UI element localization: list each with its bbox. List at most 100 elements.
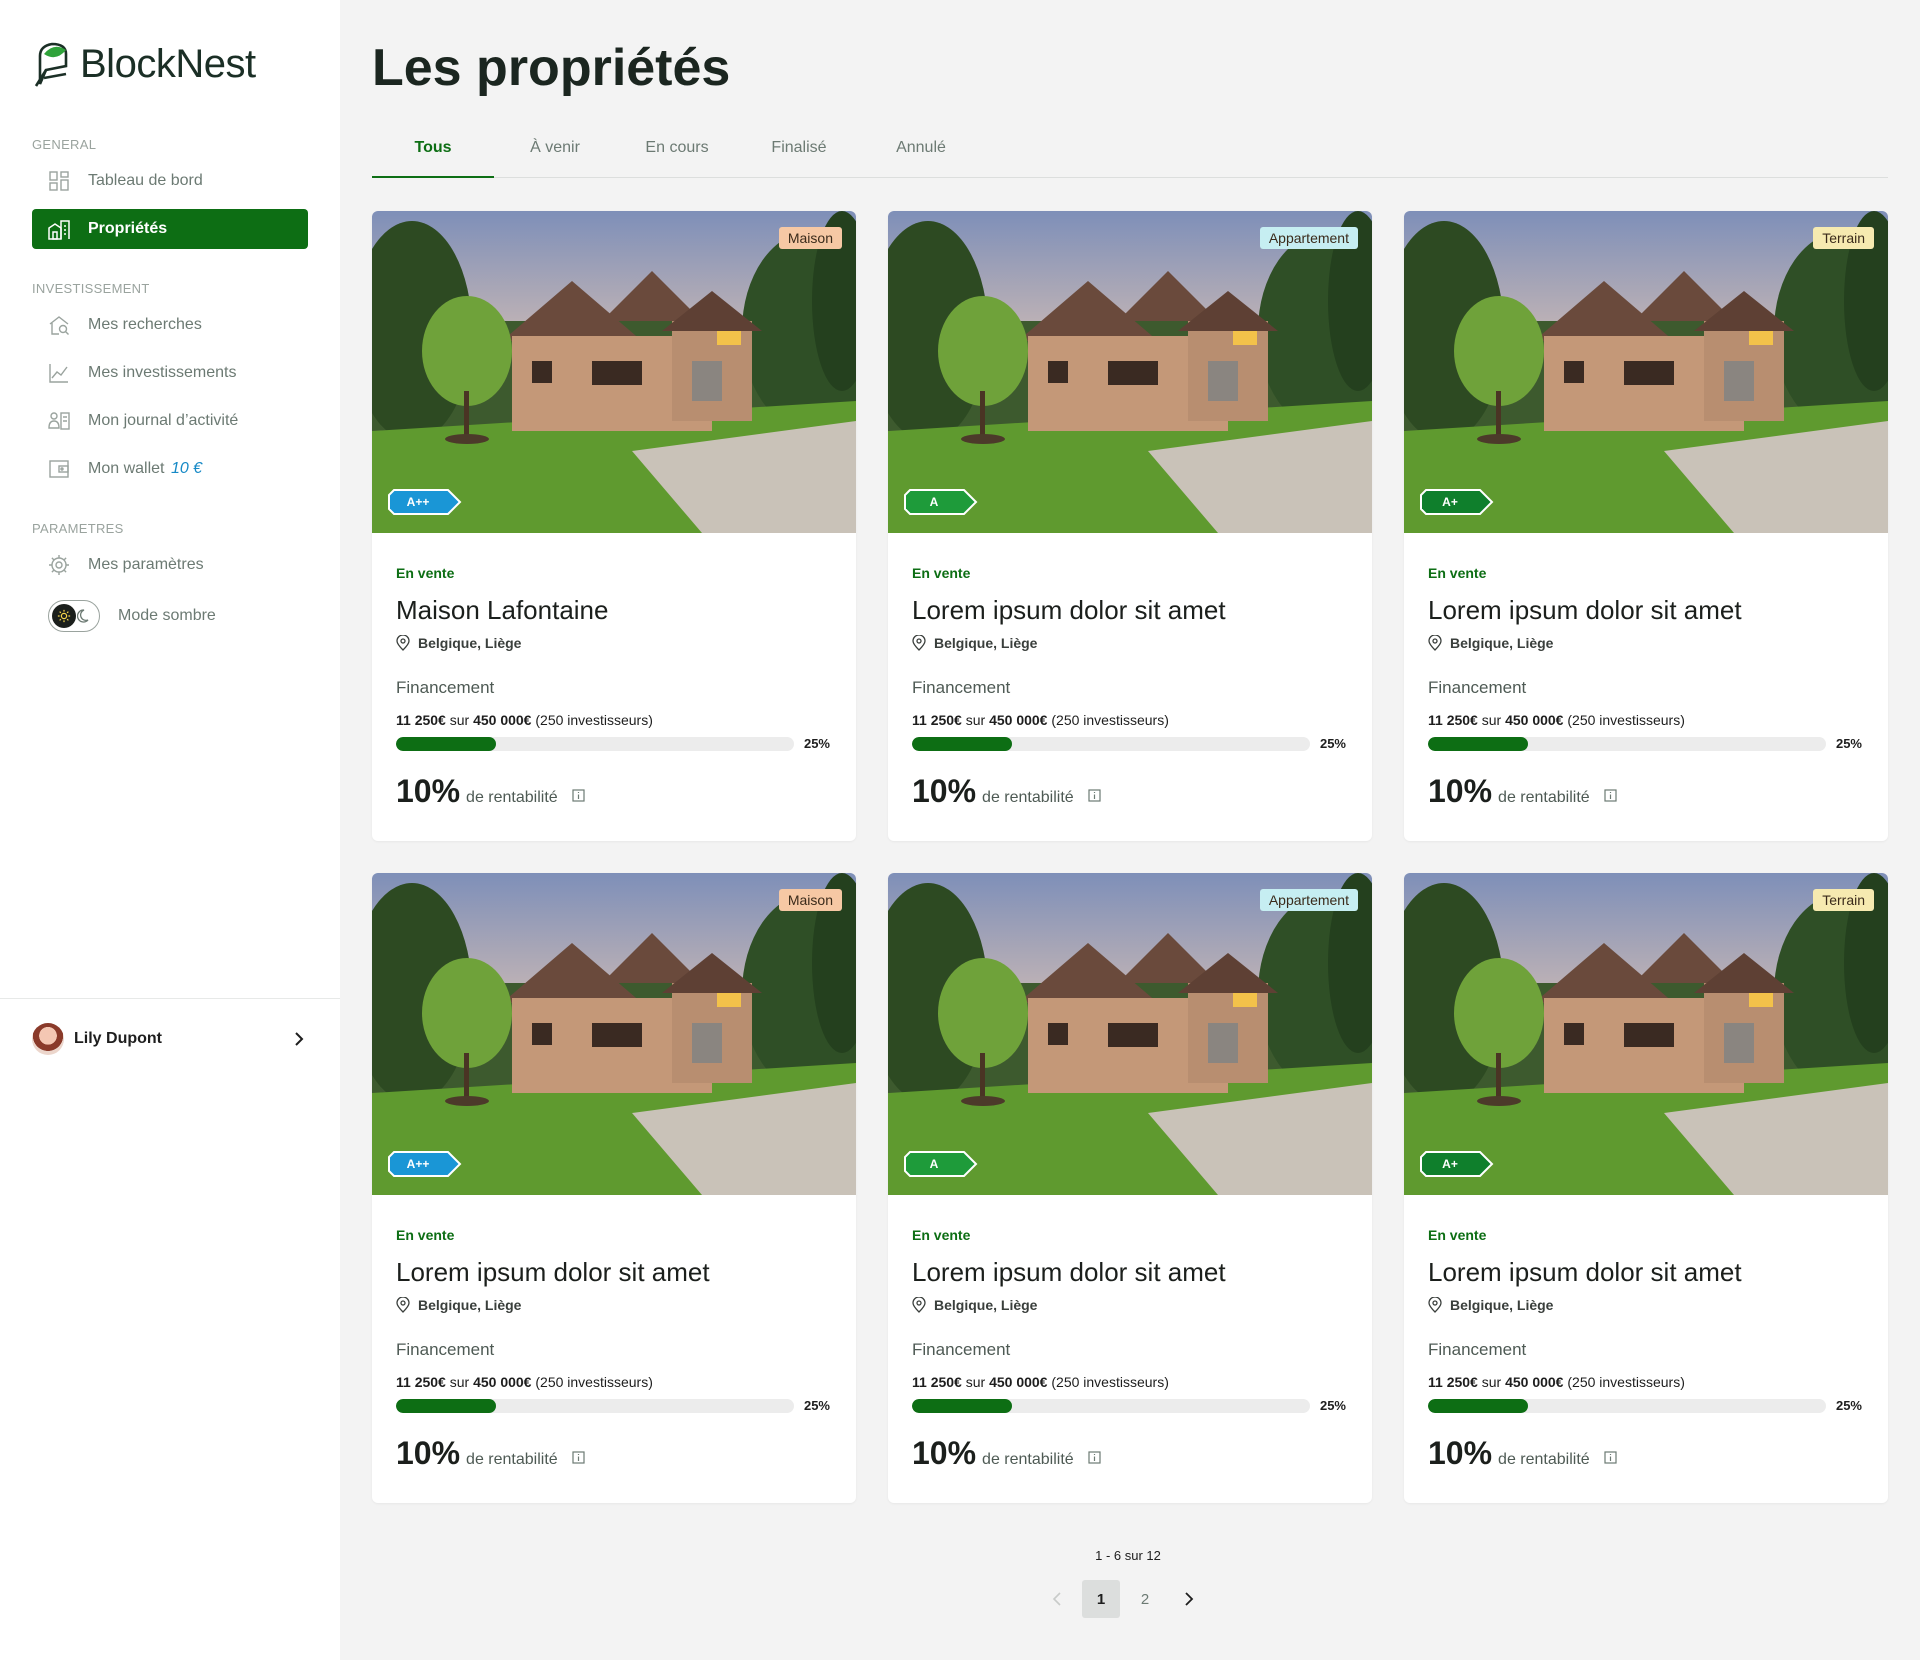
- property-title: Lorem ipsum dolor sit amet: [1428, 595, 1742, 625]
- sidebar-item-searches[interactable]: Mes recherches: [32, 305, 308, 345]
- financing-detail: 11 250€ sur 450 000€ (250 investisseurs): [1428, 712, 1685, 728]
- financing-of: sur: [1481, 1374, 1502, 1390]
- funding-progress-bar: [396, 737, 794, 751]
- tab-upcoming[interactable]: À venir: [494, 128, 616, 177]
- sale-status: En vente: [1428, 1227, 1487, 1243]
- sale-status: En vente: [912, 1227, 971, 1243]
- sale-status: En vente: [1428, 565, 1487, 581]
- info-icon[interactable]: [1088, 1451, 1101, 1464]
- property-card[interactable]: Appartement A En vente Lorem ipsum dolor…: [888, 873, 1372, 1503]
- property-card[interactable]: Maison A++ En vente Lorem ipsum dolor si…: [372, 873, 856, 1503]
- funding-progress-fill: [1428, 1399, 1528, 1413]
- info-icon[interactable]: [1088, 789, 1101, 802]
- funding-progress-fill: [912, 1399, 1012, 1413]
- page-2-button[interactable]: 2: [1126, 1580, 1164, 1618]
- yield-label: de rentabilité: [466, 1451, 558, 1468]
- page-title: Les propriétés: [372, 39, 731, 97]
- energy-label: A++: [388, 489, 462, 515]
- financing-label: Financement: [912, 678, 1011, 697]
- brand-name: BlockNest: [80, 41, 256, 86]
- property-type-badge: Terrain: [1813, 227, 1874, 249]
- energy-label: A++: [388, 1151, 462, 1177]
- amount-goal: 450 000€: [473, 712, 532, 728]
- sidebar-item-wallet[interactable]: Mon wallet 10 €: [32, 449, 308, 489]
- moon-icon: [77, 609, 89, 623]
- yield-value: 10%: [912, 1435, 977, 1471]
- property-image: Terrain A+: [1404, 873, 1888, 1195]
- financing-of: sur: [965, 1374, 986, 1390]
- user-menu[interactable]: Lily Dupont: [32, 1022, 308, 1056]
- sidebar-item-investments[interactable]: Mes investissements: [32, 353, 308, 393]
- funding-progress-fill: [396, 737, 496, 751]
- sidebar-item-label: Mes recherches: [88, 316, 202, 333]
- prev-page-button[interactable]: [1038, 1580, 1076, 1618]
- funding-progress-bar: [912, 737, 1310, 751]
- tab-finalized[interactable]: Finalisé: [738, 128, 860, 177]
- property-image: Maison A++: [372, 211, 856, 533]
- property-type-badge: Maison: [778, 227, 842, 249]
- property-card[interactable]: Terrain A+ En vente Lorem ipsum dolor si…: [1404, 873, 1888, 1503]
- amount-goal: 450 000€: [473, 1374, 532, 1390]
- financing-detail: 11 250€ sur 450 000€ (250 investisseurs): [912, 712, 1169, 728]
- house-photo: [1404, 873, 1888, 1195]
- sale-status: En vente: [396, 565, 455, 581]
- map-pin-icon: [1428, 635, 1442, 651]
- investor-count: (250 investisseurs): [1567, 1374, 1685, 1390]
- financing-detail: 11 250€ sur 450 000€ (250 investisseurs): [396, 1374, 653, 1390]
- sidebar-divider: [0, 998, 340, 999]
- investor-count: (250 investisseurs): [1051, 1374, 1169, 1390]
- location-text: Belgique, Liège: [1450, 635, 1554, 651]
- financing-detail: 11 250€ sur 450 000€ (250 investisseurs): [396, 712, 653, 728]
- financing-of: sur: [449, 712, 470, 728]
- investor-count: (250 investisseurs): [1567, 712, 1685, 728]
- chart-line-icon: [49, 364, 68, 383]
- tab-in-progress[interactable]: En cours: [616, 128, 738, 177]
- wallet-label: Mon wallet: [88, 460, 165, 477]
- sidebar-item-settings[interactable]: Mes paramètres: [32, 545, 308, 585]
- funding-percent: 25%: [1835, 736, 1862, 751]
- next-page-button[interactable]: [1170, 1580, 1208, 1618]
- nav-section-investment: INVESTISSEMENT: [32, 281, 150, 296]
- financing-label: Financement: [396, 678, 495, 697]
- house-photo: [1404, 211, 1888, 533]
- energy-label: A+: [1420, 489, 1494, 515]
- sidebar-item-activity-log[interactable]: Mon journal d’activité: [32, 401, 308, 441]
- property-card[interactable]: Terrain A+ En vente Lorem ipsum dolor si…: [1404, 211, 1888, 841]
- dark-mode-label: Mode sombre: [118, 607, 216, 624]
- info-icon[interactable]: [572, 789, 585, 802]
- wallet-icon: [49, 460, 69, 478]
- location-text: Belgique, Liège: [418, 1297, 522, 1313]
- funding-progress-bar: [912, 1399, 1310, 1413]
- sidebar-item-label: Mon journal d’activité: [88, 412, 239, 429]
- property-location: Belgique, Liège: [1428, 1297, 1553, 1313]
- blocknest-logo-icon: [34, 42, 68, 87]
- dark-mode-row: Mode sombre: [48, 600, 216, 632]
- sidebar-item-properties[interactable]: Propriétés: [32, 209, 308, 249]
- page-1-button[interactable]: 1: [1082, 1580, 1120, 1618]
- tab-cancelled[interactable]: Annulé: [860, 128, 982, 177]
- house-photo: [888, 873, 1372, 1195]
- info-icon[interactable]: [1604, 789, 1617, 802]
- sun-icon: [52, 604, 76, 628]
- tab-all[interactable]: Tous: [372, 128, 494, 178]
- yield-value: 10%: [1428, 1435, 1493, 1471]
- property-title: Lorem ipsum dolor sit amet: [396, 1257, 710, 1287]
- property-card[interactable]: Maison A++ En vente Maison Lafontaine Be…: [372, 211, 856, 841]
- gear-icon: [49, 555, 69, 575]
- info-icon[interactable]: [1604, 1451, 1617, 1464]
- sidebar-item-dashboard[interactable]: Tableau de bord: [32, 161, 308, 201]
- pagination: 1 2: [1038, 1580, 1208, 1618]
- yield: 10% de rentabilité: [1428, 773, 1617, 810]
- sidebar-item-label: Tableau de bord: [88, 172, 203, 189]
- brand-logo[interactable]: BlockNest: [32, 40, 256, 88]
- activity-log-icon: [48, 412, 70, 430]
- amount-goal: 450 000€: [1505, 712, 1564, 728]
- amount-goal: 450 000€: [989, 712, 1048, 728]
- info-icon[interactable]: [572, 1451, 585, 1464]
- house-photo: [888, 211, 1372, 533]
- property-type-badge: Appartement: [1259, 889, 1358, 911]
- property-card[interactable]: Appartement A En vente Lorem ipsum dolor…: [888, 211, 1372, 841]
- map-pin-icon: [396, 1297, 410, 1313]
- dark-mode-toggle[interactable]: [48, 600, 100, 632]
- energy-label: A: [904, 489, 978, 515]
